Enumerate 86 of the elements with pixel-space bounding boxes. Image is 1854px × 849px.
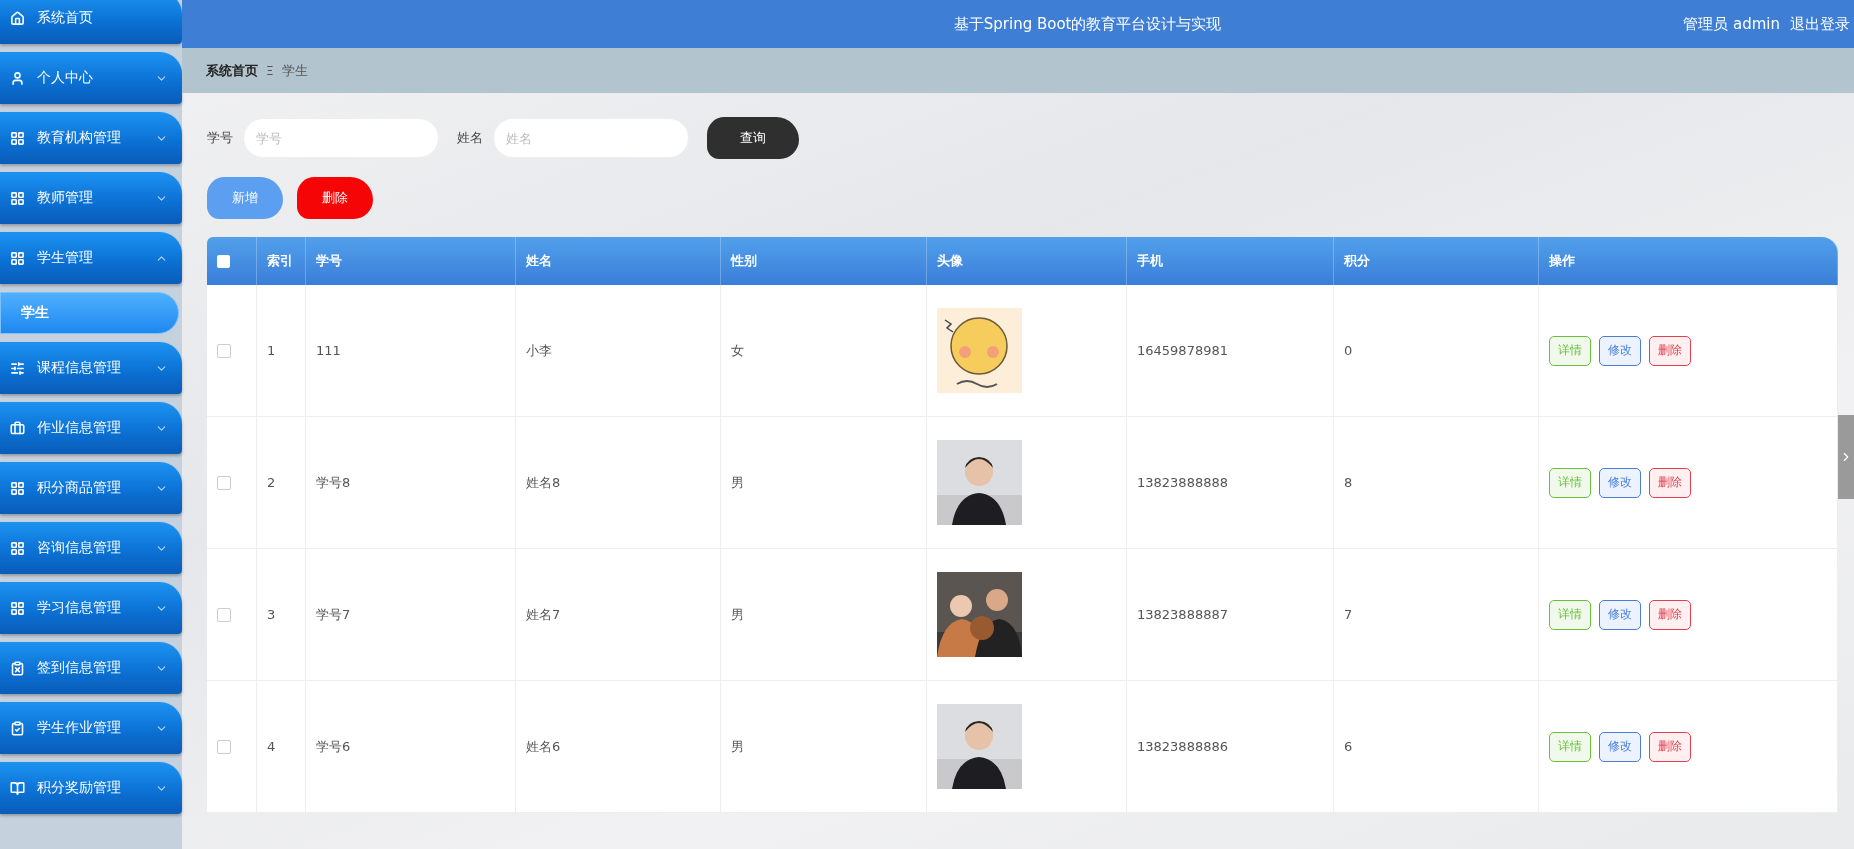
table-cell: 男 [721,681,927,813]
sidebar-item[interactable]: 积分商品管理 [0,462,182,514]
briefcase-icon [10,420,25,436]
grid-icon [10,600,25,616]
delete-button[interactable]: 删除 [297,177,373,219]
breadcrumb-item[interactable]: 学生 [281,61,308,80]
sidebar-item[interactable]: 教师管理 [0,172,182,224]
user-label: 管理员 admin [1683,14,1780,34]
grid-icon [10,540,25,556]
grid-icon [10,250,25,266]
table-cell: 111 [306,285,516,417]
sidebar-subitem[interactable]: 学生 [0,292,179,334]
clipboard-x-icon [10,660,25,676]
column-header: 姓名 [516,237,721,285]
table-cell: 13823888888 [1127,417,1334,549]
sidebar-item[interactable]: 系统首页 [0,0,182,44]
logout-link[interactable]: 退出登录 [1790,14,1850,34]
page-title: 基于Spring Boot的教育平台设计与实现 [952,14,1223,34]
grid-icon [10,480,25,496]
column-header: 性别 [721,237,927,285]
sidebar-item[interactable]: 作业信息管理 [0,402,182,454]
column-header: 头像 [927,237,1127,285]
table-cell: 男 [721,417,927,549]
table-cell: 学号8 [306,417,516,549]
table-cell: 3 [257,549,306,681]
delete-button[interactable]: 删除 [1649,467,1691,498]
sidebar-item[interactable]: 积分奖励管理 [0,762,182,814]
sidebar-item[interactable]: 课程信息管理 [0,342,182,394]
breadcrumb-separator: Ξ [266,63,274,78]
checkbox[interactable] [217,343,231,358]
breadcrumb-item[interactable]: 系统首页 [206,61,258,80]
table-cell: 13823888886 [1127,681,1334,813]
column-header: 积分 [1334,237,1539,285]
table-cell: 16459878981 [1127,285,1334,417]
sidebar-item[interactable]: 签到信息管理 [0,642,182,694]
table-cell: 男 [721,549,927,681]
sliders-icon [10,360,25,376]
table-cell: 4 [257,681,306,813]
delete-button[interactable]: 删除 [1649,599,1691,630]
clipboard-check-icon [10,720,25,736]
sidebar-item[interactable]: 学习信息管理 [0,582,182,634]
table-cell: 小李 [516,285,721,417]
table-cell: 姓名8 [516,417,721,549]
column-header: 学号 [306,237,516,285]
add-button[interactable]: 新增 [207,177,283,219]
table-cell: 姓名6 [516,681,721,813]
sidebar-item[interactable]: 学生作业管理 [0,702,182,754]
edit-button[interactable]: 修改 [1599,599,1641,630]
checkbox[interactable] [217,607,231,622]
table-cell: 7 [1334,549,1539,681]
edit-button[interactable]: 修改 [1599,467,1641,498]
table-cell: 13823888887 [1127,549,1334,681]
table-cell: 姓名7 [516,549,721,681]
table-cell: 1 [257,285,306,417]
side-toggle[interactable] [1838,415,1854,499]
user-icon [10,70,25,86]
column-header: 索引 [257,237,306,285]
grid-icon [10,130,25,146]
field-label: 姓名 [457,129,483,147]
search-field[interactable]: 姓名 [493,118,689,158]
delete-button[interactable]: 删除 [1649,335,1691,366]
table-cell: 女 [721,285,927,417]
search-field[interactable]: 学号 [243,118,439,158]
table-cell: 2 [257,417,306,549]
search-button[interactable]: 查询 [707,117,799,159]
table-cell: 学号6 [306,681,516,813]
grid-icon [10,190,25,206]
checkbox[interactable] [217,475,231,490]
checkbox[interactable] [217,739,231,754]
column-header: 手机 [1127,237,1334,285]
book-icon [10,780,25,796]
home-icon [10,10,25,26]
column-header: 操作 [1539,237,1838,285]
table-cell: 8 [1334,417,1539,549]
field-label: 学号 [207,129,233,147]
table-cell: 6 [1334,681,1539,813]
checkbox[interactable] [217,254,230,268]
table-cell: 0 [1334,285,1539,417]
edit-button[interactable]: 修改 [1599,335,1641,366]
sidebar-item[interactable]: 教育机构管理 [0,112,182,164]
sidebar-item[interactable]: 个人中心 [0,52,182,104]
table-cell: 学号7 [306,549,516,681]
sidebar-item[interactable]: 咨询信息管理 [0,522,182,574]
delete-button[interactable]: 删除 [1649,731,1691,762]
sidebar-item[interactable]: 学生管理 [0,232,182,284]
edit-button[interactable]: 修改 [1599,731,1641,762]
